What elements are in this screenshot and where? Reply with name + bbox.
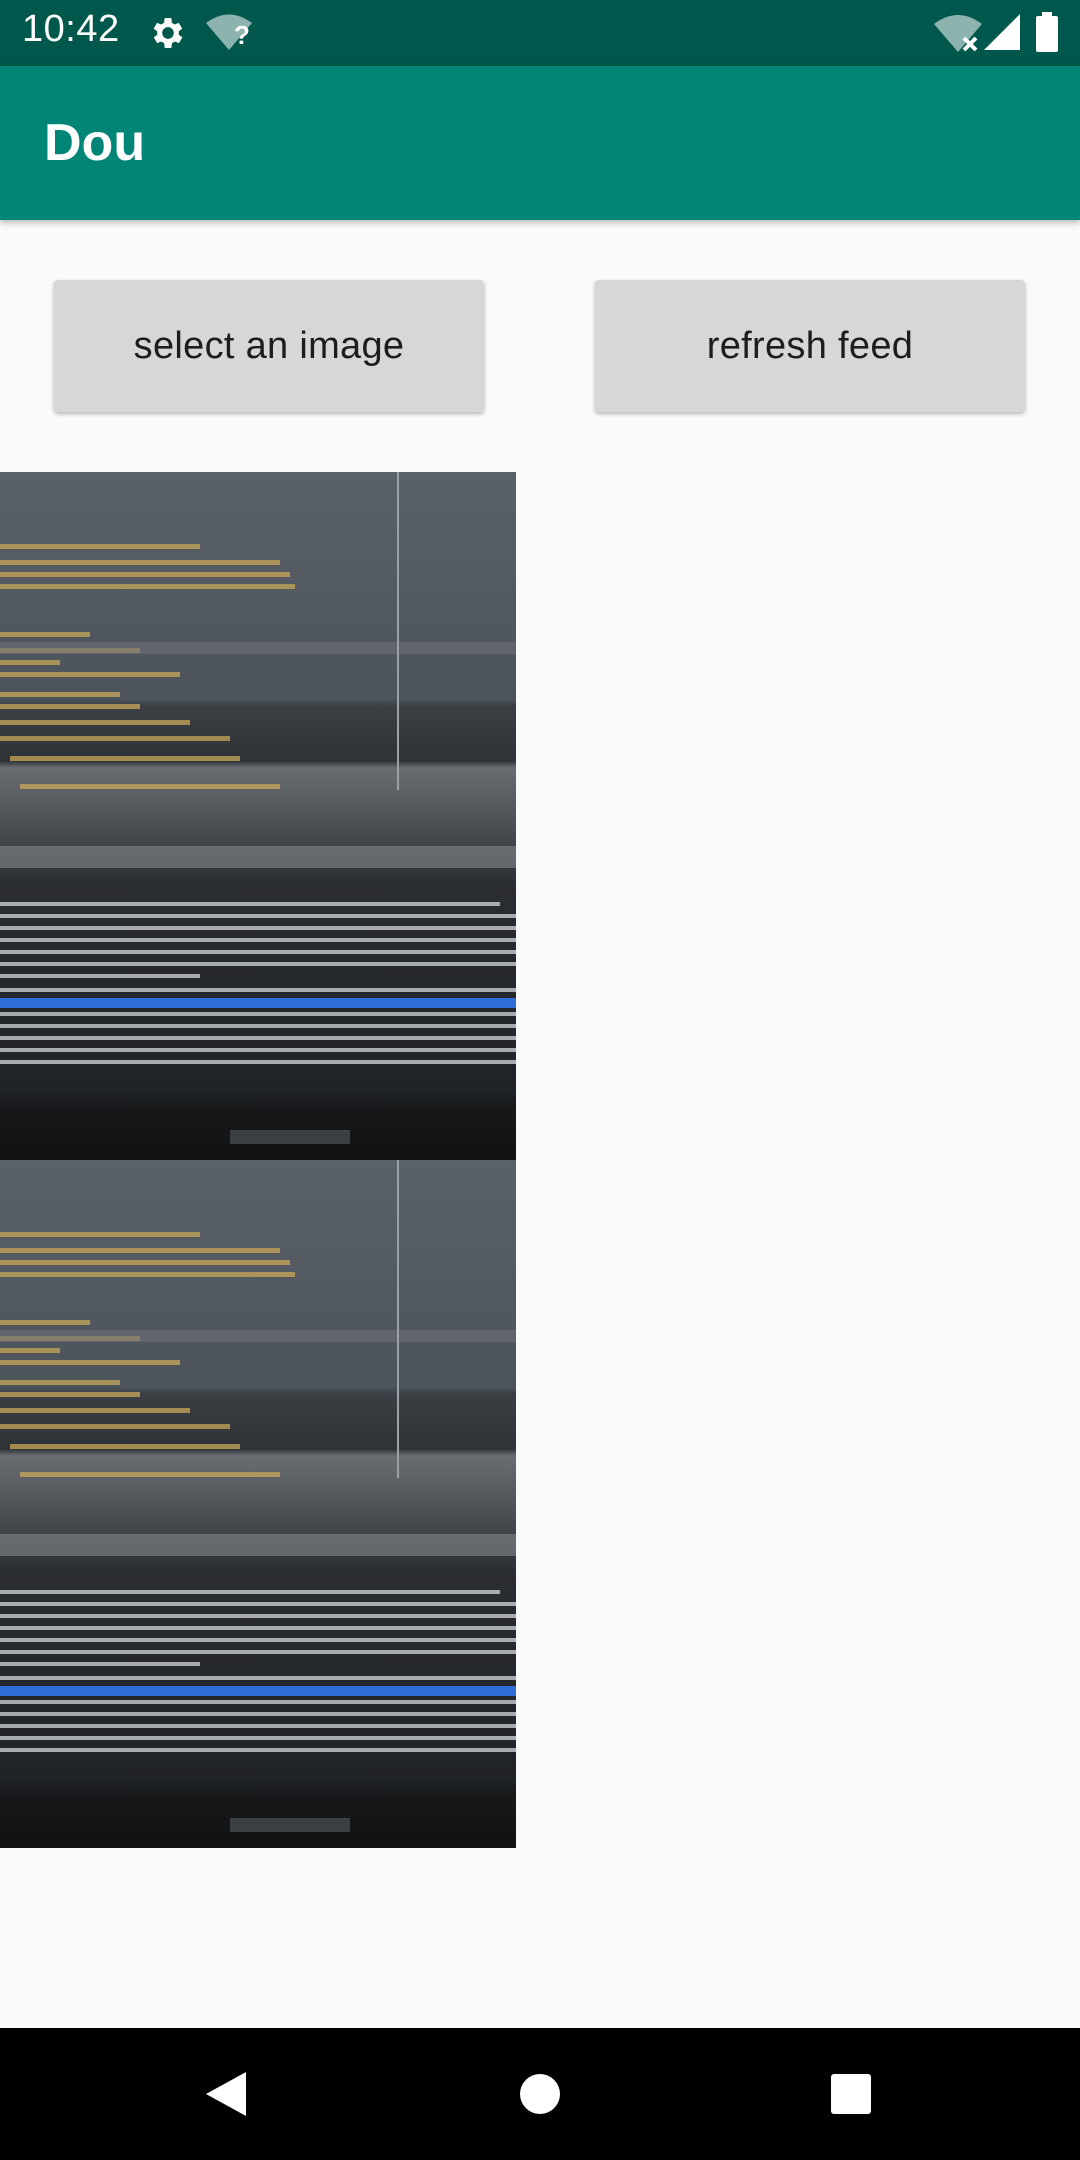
home-icon[interactable] [480,2028,600,2160]
feed-image[interactable] [0,472,516,1160]
navigation-bar [0,2028,1080,2160]
screen-photo [0,1160,516,1848]
feed-image[interactable] [0,1160,516,1848]
status-time: 10:42 [22,8,120,50]
cell-signal-icon [984,14,1020,55]
back-icon[interactable] [166,2028,286,2160]
app-bar: Dou [0,66,1080,220]
settings-icon [148,13,188,58]
refresh-feed-button[interactable]: refresh feed [595,280,1025,412]
recents-icon[interactable] [791,2028,911,2160]
battery-icon [1036,12,1058,57]
wifi-no-internet-icon [934,14,982,59]
wifi-unknown-mark: ? [234,20,250,50]
image-feed[interactable] [0,472,516,1848]
select-image-button[interactable]: select an image [54,280,484,412]
status-bar: 10:42 ? [0,0,1080,66]
screen-photo [0,472,516,1160]
app-title: Dou [44,114,146,172]
